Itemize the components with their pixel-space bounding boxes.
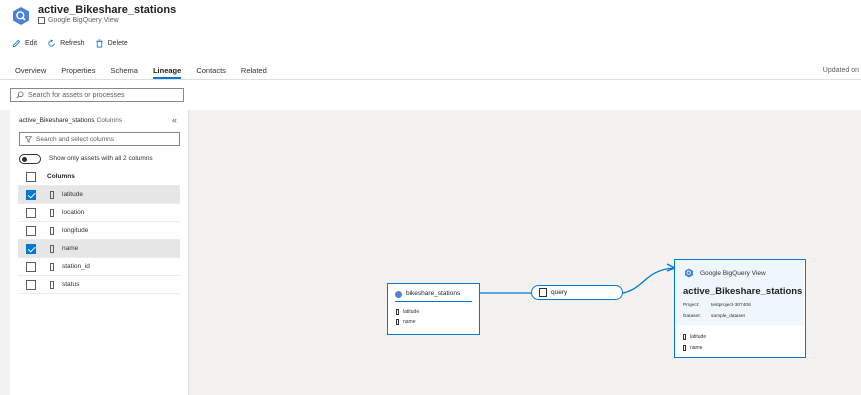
page-title: active_Bikeshare_stations — [38, 4, 177, 16]
column-row-station-id[interactable]: station_id — [18, 258, 180, 276]
column-icon — [50, 280, 54, 289]
column-row-status[interactable]: status — [18, 276, 180, 294]
target-node-type: Google BigQuery View — [700, 270, 766, 277]
target-column-label: name — [690, 345, 703, 351]
source-column-name: name — [396, 319, 416, 325]
column-icon — [396, 319, 399, 325]
refresh-icon — [48, 39, 55, 47]
toolbar: Edit Refresh Delete — [12, 39, 128, 48]
tab-properties[interactable]: Properties — [61, 66, 95, 75]
panel-asset-name: active_Bikeshare_stations — [19, 117, 95, 124]
source-column-label: name — [403, 319, 416, 325]
edit-label: Edit — [25, 40, 38, 47]
refresh-label: Refresh — [60, 40, 85, 47]
column-icon — [50, 244, 54, 253]
filter-icon — [25, 135, 32, 143]
bigquery-icon — [395, 291, 402, 298]
collapse-panel-button[interactable]: « — [172, 115, 177, 125]
column-icon — [683, 334, 686, 340]
select-all-checkbox[interactable] — [26, 171, 36, 182]
column-icon — [683, 345, 686, 351]
panel-title: active_Bikeshare_stations Columns — [19, 117, 122, 124]
tab-lineage[interactable]: Lineage — [152, 66, 182, 79]
target-column-label: latitude — [690, 334, 707, 340]
column-name: location — [62, 209, 85, 216]
bigquery-logo-icon — [13, 7, 29, 25]
delete-button[interactable]: Delete — [95, 39, 128, 48]
source-column-latitude: latitude — [396, 309, 419, 315]
column-checkbox[interactable] — [26, 279, 36, 290]
column-icon — [50, 262, 54, 271]
tab-schema[interactable]: Schema — [110, 66, 138, 75]
asset-search-placeholder: Search for assets or processes — [28, 91, 125, 99]
target-column-name: name — [683, 345, 703, 351]
columns-panel: active_Bikeshare_stations Columns « Searc… — [10, 110, 189, 395]
column-checkbox[interactable] — [26, 225, 36, 236]
lineage-process-node[interactable]: query — [531, 285, 623, 300]
lineage-node-target[interactable]: Google BigQuery View active_Bikeshare_st… — [674, 259, 806, 358]
process-icon — [539, 288, 547, 297]
asset-search-input[interactable]: Search for assets or processes — [10, 88, 184, 102]
tab-contacts[interactable]: Contacts — [196, 66, 226, 75]
edit-button[interactable]: Edit — [12, 39, 37, 48]
column-icon — [396, 309, 399, 315]
column-name: longitude — [62, 227, 89, 234]
target-node-name: active_Bikeshare_stations — [683, 286, 803, 297]
column-row-latitude[interactable]: latitude — [18, 186, 180, 204]
column-search-placeholder: Search and select columns — [36, 135, 115, 143]
target-project-row: Project: testproject-307406 — [683, 303, 751, 308]
asset-details-page: active_Bikeshare_stations Google BigQuer… — [0, 0, 861, 395]
pencil-icon — [12, 39, 21, 48]
column-name: name — [62, 245, 79, 252]
column-name: status — [62, 281, 80, 288]
bigquery-icon — [685, 268, 693, 278]
delete-label: Delete — [107, 40, 128, 47]
tab-overview[interactable]: Overview — [15, 66, 46, 75]
columns-header-label: Columns — [47, 173, 75, 180]
all-columns-toggle[interactable] — [19, 154, 41, 164]
column-name: station_id — [62, 263, 90, 270]
column-name: latitude — [62, 191, 83, 198]
column-checkbox[interactable] — [26, 207, 36, 218]
project-label: Project: — [683, 303, 700, 308]
refresh-button[interactable]: Refresh — [47, 39, 85, 48]
dataset-value: sample_dataset — [711, 314, 745, 319]
source-node-name: bikeshare_stations — [406, 290, 461, 297]
column-icon — [50, 226, 54, 235]
trash-icon — [95, 39, 103, 48]
search-icon — [16, 91, 24, 99]
column-checkbox[interactable] — [26, 261, 36, 272]
column-search-input[interactable]: Search and select columns — [19, 132, 180, 146]
asset-type-label: Google BigQuery View — [38, 17, 119, 24]
tab-bar: Overview Properties Schema Lineage Conta… — [15, 66, 282, 79]
tab-related[interactable]: Related — [241, 66, 267, 75]
target-column-latitude: latitude — [683, 334, 706, 340]
view-icon — [38, 17, 45, 24]
toggle-label: Show only assets with all 2 columns — [49, 155, 153, 162]
column-icon — [50, 208, 54, 217]
node-divider — [395, 301, 472, 302]
dataset-label: Dataset: — [683, 314, 701, 319]
columns-header-row: Columns — [18, 168, 180, 186]
tab-divider — [0, 79, 861, 80]
lineage-node-source[interactable]: bikeshare_stations latitude name — [387, 283, 480, 335]
column-row-longitude[interactable]: longitude — [18, 222, 180, 240]
process-name: query — [551, 289, 568, 296]
source-column-label: latitude — [403, 309, 420, 315]
asset-type-text: Google BigQuery View — [48, 17, 119, 24]
column-row-location[interactable]: location — [18, 204, 180, 222]
panel-columns-label: Columns — [96, 117, 123, 124]
updated-on-text: Updated on — [822, 67, 859, 74]
column-row-name[interactable]: name — [18, 240, 180, 258]
column-icon — [50, 190, 54, 199]
project-value: testproject-307406 — [711, 303, 751, 308]
column-checkbox[interactable] — [26, 189, 36, 200]
target-dataset-row: Dataset: sample_dataset — [683, 314, 745, 319]
column-checkbox[interactable] — [26, 243, 36, 254]
